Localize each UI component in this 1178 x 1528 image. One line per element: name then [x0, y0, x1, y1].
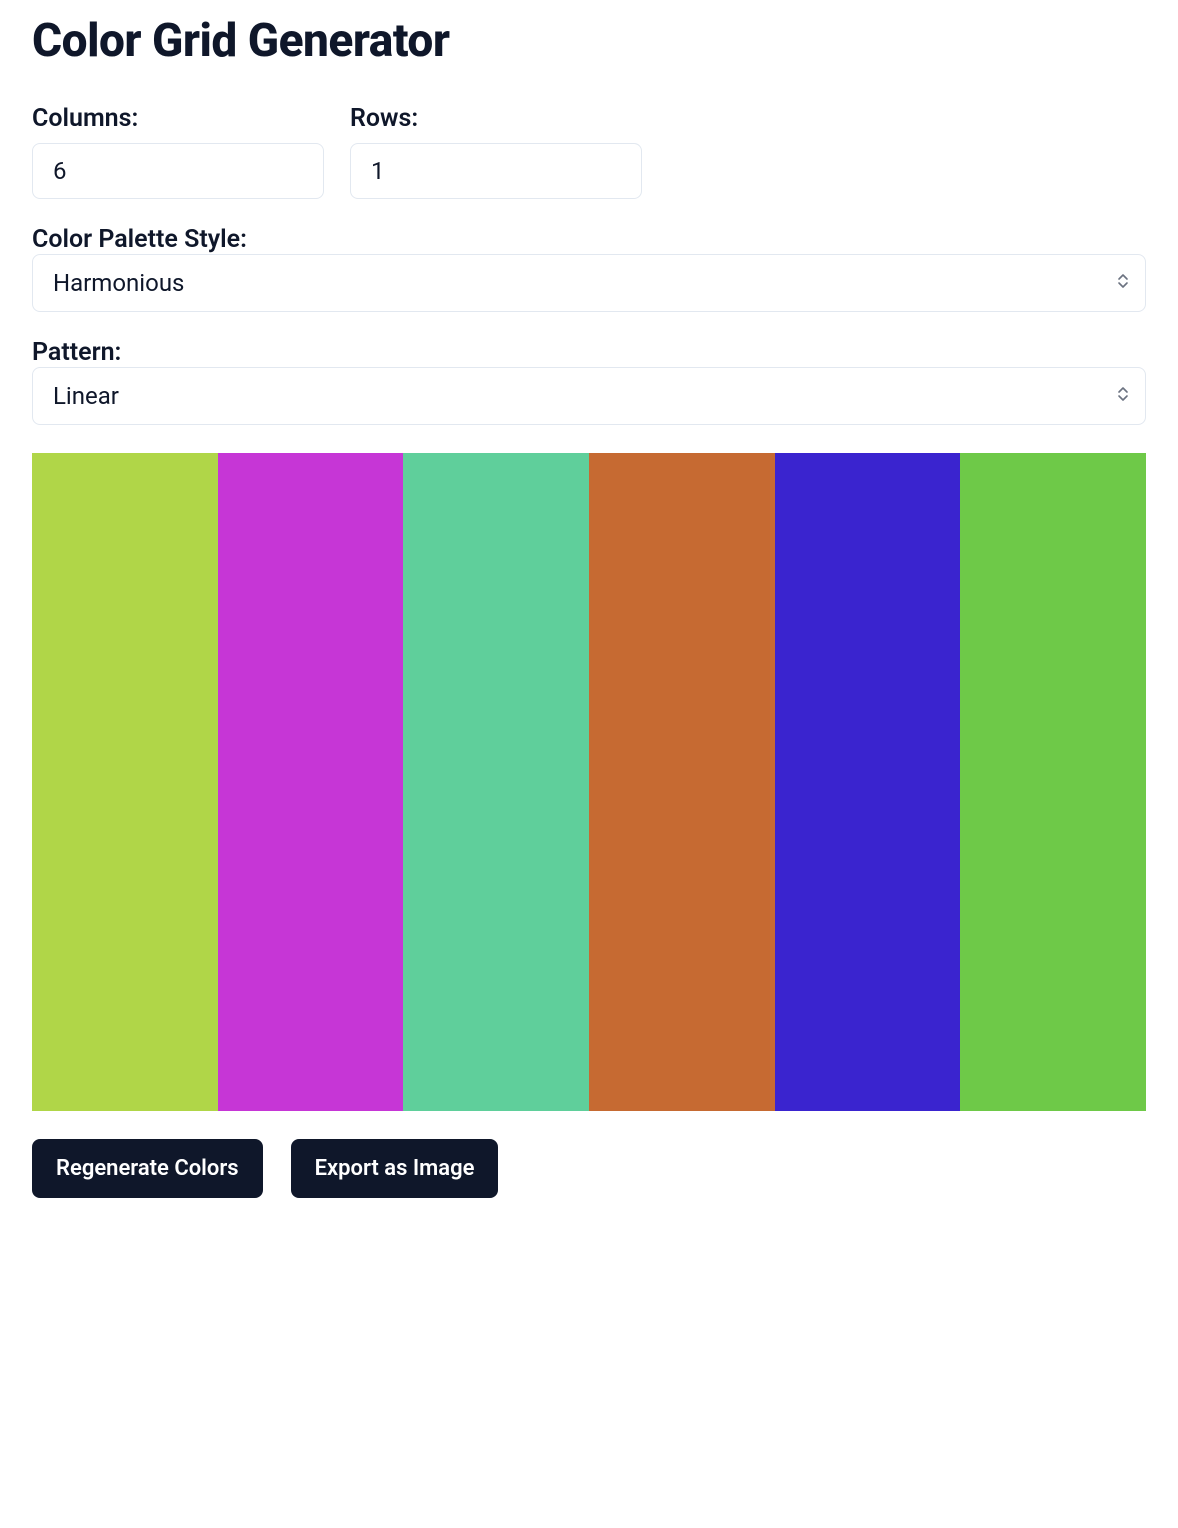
rows-label: Rows:: [350, 104, 642, 133]
color-cell-1: [218, 453, 404, 1111]
color-cell-5: [960, 453, 1146, 1111]
page-title: Color Grid Generator: [32, 14, 1146, 68]
columns-field: Columns:: [32, 104, 324, 199]
dimensions-row: Columns: Rows:: [32, 104, 1146, 199]
columns-input[interactable]: [32, 143, 324, 199]
color-grid: [32, 453, 1146, 1111]
color-cell-2: [403, 453, 589, 1111]
palette-label: Color Palette Style:: [32, 225, 247, 254]
color-cell-0: [32, 453, 218, 1111]
columns-label: Columns:: [32, 104, 324, 133]
rows-input[interactable]: [350, 143, 642, 199]
export-button[interactable]: Export as Image: [291, 1139, 499, 1198]
color-cell-4: [775, 453, 961, 1111]
pattern-select[interactable]: Linear: [32, 367, 1146, 425]
palette-field: Color Palette Style: Harmonious: [32, 225, 1146, 312]
pattern-label: Pattern:: [32, 338, 121, 367]
regenerate-button[interactable]: Regenerate Colors: [32, 1139, 263, 1198]
button-row: Regenerate Colors Export as Image: [32, 1139, 1146, 1198]
palette-select[interactable]: Harmonious: [32, 254, 1146, 312]
rows-field: Rows:: [350, 104, 642, 199]
pattern-field: Pattern: Linear: [32, 338, 1146, 425]
color-cell-3: [589, 453, 775, 1111]
